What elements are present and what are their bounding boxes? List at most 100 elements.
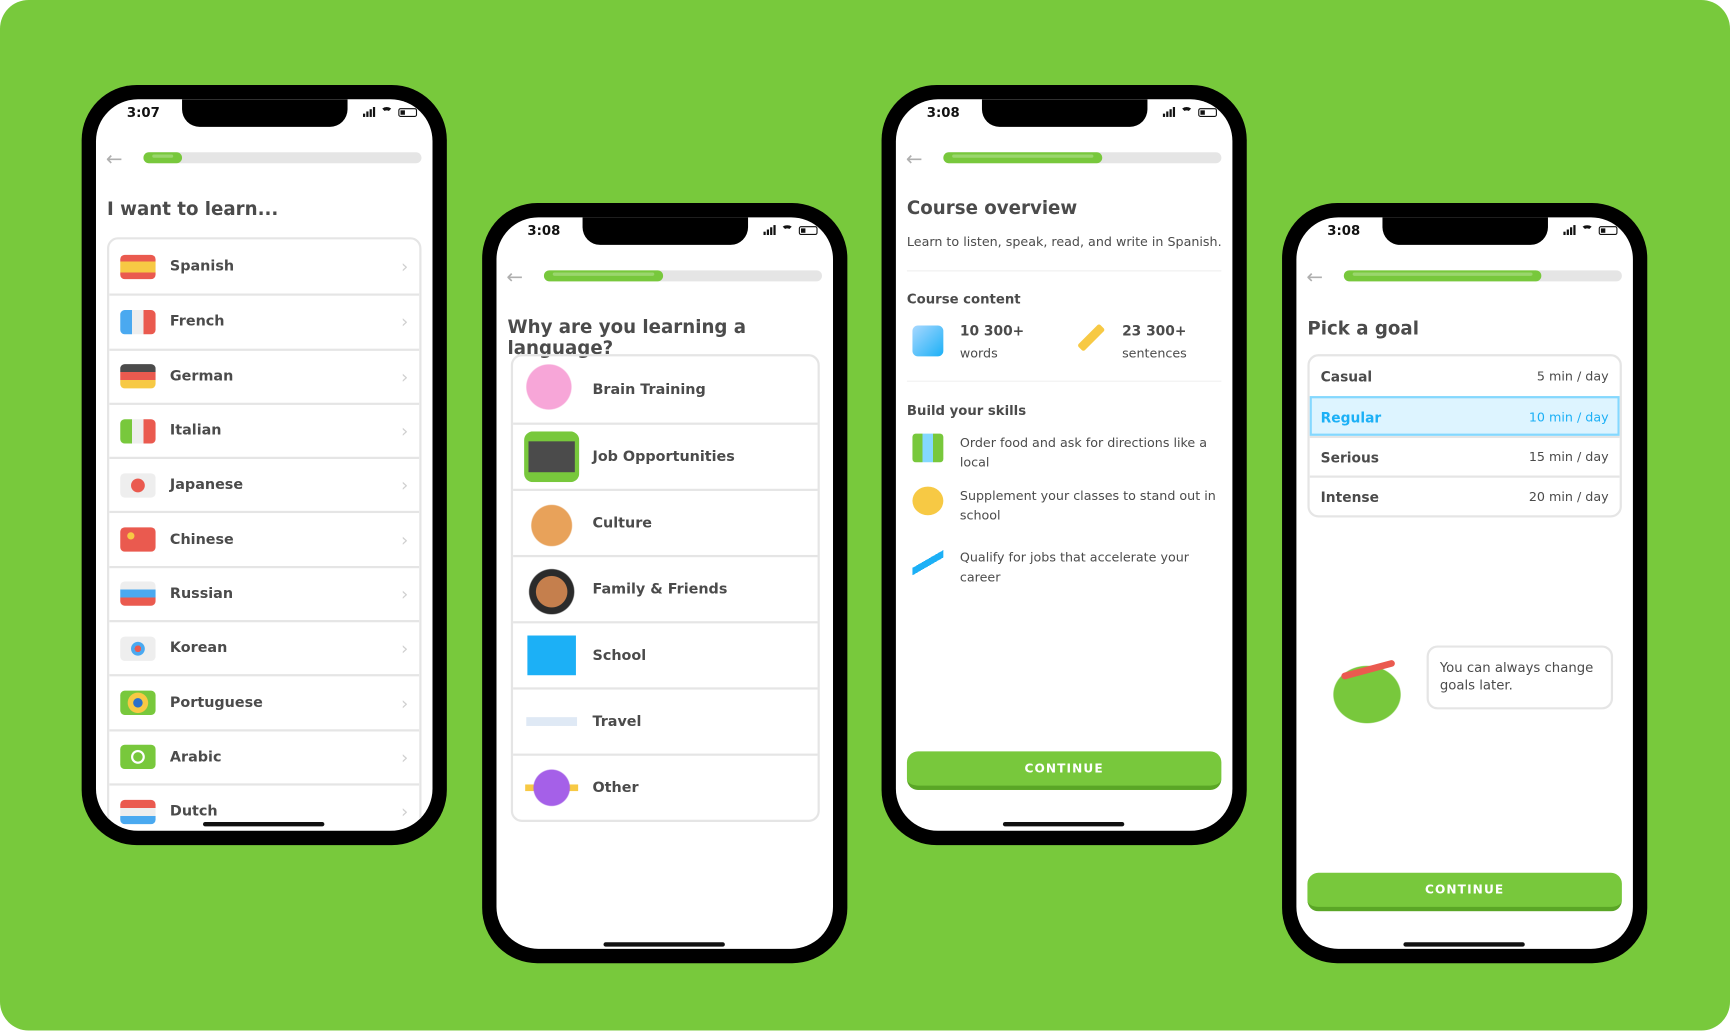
reason-option[interactable]: Travel [513, 687, 818, 753]
back-arrow-icon[interactable]: ← [1306, 266, 1323, 289]
back-arrow-icon[interactable]: ← [106, 148, 123, 171]
chevron-right-icon: › [401, 529, 409, 551]
back-arrow-icon[interactable]: ← [506, 266, 523, 289]
reason-option[interactable]: Brain Training [513, 356, 818, 422]
back-arrow-icon[interactable]: ← [906, 148, 923, 171]
language-label: Chinese [169, 531, 234, 548]
flag-germany-icon [120, 364, 156, 389]
phone-3: 3:08 ← Course overview Learn to listen, spe… [881, 84, 1247, 846]
language-option[interactable]: Russian › [109, 565, 420, 620]
stat-value: 23 300+ [1122, 322, 1187, 339]
goal-option[interactable]: Regular 10 min / day [1309, 396, 1620, 436]
reason-option[interactable]: Other [513, 753, 818, 820]
language-label: German [169, 368, 234, 385]
signal-icon [763, 225, 776, 236]
chevron-right-icon: › [401, 474, 409, 496]
language-option[interactable]: German › [109, 348, 420, 402]
language-option[interactable]: Spanish › [109, 239, 419, 293]
phone-screen: 3:08 ← Pick a goal Casual 5 min / day Regular… [1296, 217, 1633, 949]
battery-icon [1198, 108, 1217, 117]
reason-label: Family & Friends [592, 580, 728, 598]
phone-4: 3:08 ← Pick a goal Casual 5 min / day Regular… [1282, 203, 1648, 964]
goal-option[interactable]: Serious 15 min / day [1309, 435, 1620, 476]
stat-unit: sentences [1122, 345, 1187, 361]
flag-brazil-icon [120, 690, 156, 715]
language-option[interactable]: Portuguese › [109, 674, 420, 729]
headband [1340, 659, 1396, 681]
signal-icon [1162, 107, 1176, 117]
trend-up-icon [912, 548, 944, 578]
notch [182, 99, 348, 127]
reason-option[interactable]: Family & Friends [513, 554, 818, 621]
reason-option[interactable]: Job Opportunities [513, 422, 818, 489]
language-option[interactable]: Korean › [109, 620, 420, 674]
map-icon [912, 433, 944, 463]
home-indicator[interactable] [1002, 821, 1125, 827]
goal-option[interactable]: Intense 20 min / day [1309, 475, 1620, 516]
speech-bubble: You can always change goals later. [1426, 645, 1614, 710]
language-option[interactable]: French › [109, 293, 420, 348]
flag-italy-icon [120, 418, 156, 444]
flag-china-icon [120, 527, 156, 552]
goal-option[interactable]: Casual 5 min / day [1310, 356, 1620, 396]
progress-bar [143, 152, 422, 164]
book-icon [524, 629, 580, 681]
skill-text: Supplement your classes to stand out in … [959, 487, 1216, 523]
home-indicator[interactable] [603, 942, 725, 947]
language-option[interactable]: Arabic › [109, 728, 420, 783]
page-title: I want to learn... [107, 198, 279, 220]
flag-netherlands-icon [120, 799, 156, 824]
status-icons [1162, 107, 1217, 117]
progress-fill [943, 152, 1102, 164]
language-option[interactable]: Chinese › [109, 511, 420, 565]
laptop-chart-icon [524, 431, 580, 483]
goal-time: 20 min / day [1528, 488, 1609, 505]
divider [906, 380, 1222, 382]
language-list: Spanish › French › German › Italian › Japanese › C… [107, 237, 422, 831]
progress-fill [1343, 270, 1542, 282]
flag-spain-icon [120, 254, 156, 279]
cards-icon [912, 325, 944, 357]
home-indicator[interactable] [1403, 942, 1525, 947]
page-title: Why are you learning a language? [507, 316, 747, 359]
stat-value: 10 300+ [959, 322, 1025, 339]
chevron-right-icon: › [401, 311, 409, 333]
notch [981, 99, 1148, 127]
phone-screen: 3:07 ← I want to learn... Spanish › French › Ge… [95, 99, 433, 831]
status-time: 3:08 [926, 104, 960, 121]
home-indicator[interactable] [203, 821, 325, 827]
skill-text: Order food and ask for directions like a… [959, 434, 1208, 471]
progress-fill [543, 270, 664, 282]
phone-2: 3:08 ← Why are you learning a language? Bra… [482, 203, 848, 964]
continue-button[interactable]: CONTINUE [1307, 872, 1622, 912]
chevron-right-icon: › [401, 420, 409, 442]
language-option[interactable]: Italian › [109, 402, 420, 457]
reason-option[interactable]: School [513, 621, 818, 687]
wifi-icon [781, 225, 794, 235]
person-icon [524, 563, 580, 615]
bubble-text: You can always change goals later. [1439, 659, 1594, 693]
chevron-right-icon: › [401, 692, 409, 714]
language-option[interactable]: Japanese › [109, 456, 420, 511]
owl-mascot-icon [1318, 653, 1407, 736]
language-label: Arabic [169, 748, 222, 766]
goal-list: Casual 5 min / day Regular 10 min / day Seri… [1307, 354, 1622, 518]
reason-label: Culture [592, 514, 653, 532]
language-label: Russian [169, 585, 234, 603]
goal-time: 5 min / day [1536, 368, 1609, 384]
language-label: Dutch [169, 803, 218, 820]
notch [1382, 217, 1548, 245]
reason-option[interactable]: Culture [513, 488, 818, 555]
status-time: 3:08 [527, 222, 561, 239]
chevron-right-icon: › [401, 746, 409, 768]
reason-list: Brain Training Job Opportunities Culture Fa… [510, 354, 820, 822]
wifi-icon [1180, 107, 1193, 117]
signal-icon [362, 107, 376, 117]
continue-button[interactable]: CONTINUE [906, 751, 1222, 790]
status-icons [763, 225, 818, 236]
flag-france-icon [120, 309, 156, 335]
chevron-right-icon: › [401, 801, 409, 823]
language-label: Spanish [169, 258, 235, 275]
status-time: 3:07 [126, 104, 160, 121]
phone-1: 3:07 ← I want to learn... Spanish › French › Ge… [81, 84, 447, 846]
